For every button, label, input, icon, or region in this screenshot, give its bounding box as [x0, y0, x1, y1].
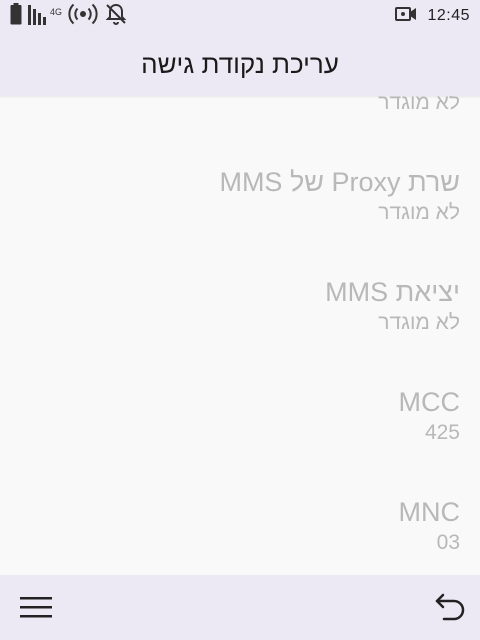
menu-button[interactable] — [20, 593, 52, 621]
network-type-label: 4G — [50, 7, 63, 17]
status-icons-left: 4G — [10, 2, 128, 30]
notifications-off-icon — [104, 2, 128, 31]
pref-title: יציאת MMS — [325, 277, 460, 307]
pref-summary: לא מוגדר — [378, 201, 460, 224]
battery-icon — [10, 2, 22, 30]
list-item-mms-proxy[interactable]: שרת Proxy של MMS לא מוגדר — [20, 166, 460, 226]
status-bar: 4G 12:45 — [0, 0, 480, 32]
list-item-mms-port[interactable]: יציאת MMS לא מוגדר — [20, 276, 460, 336]
video-call-icon — [395, 6, 417, 27]
app-header: עריכת נקודת גישה — [0, 32, 480, 96]
pref-summary: לא מוגדר — [378, 311, 460, 334]
settings-list[interactable]: לא מוגדר שרת Proxy של MMS לא מוגדר יציאת… — [0, 96, 480, 575]
pref-summary: לא מוגדר — [378, 96, 460, 114]
hotspot-icon — [68, 3, 98, 30]
back-icon — [435, 593, 465, 621]
signal-icon — [28, 3, 48, 30]
back-button[interactable] — [434, 591, 466, 623]
list-item-mcc[interactable]: MCC 425 — [20, 386, 461, 446]
list-item[interactable]: לא מוגדר — [20, 96, 460, 116]
status-icons-right: 12:45 — [395, 2, 470, 30]
pref-title: MCC — [398, 387, 461, 417]
page-title: עריכת נקודת גישה — [141, 48, 339, 79]
list-item-mnc[interactable]: MNC 03 — [20, 496, 461, 556]
menu-icon — [20, 597, 52, 618]
bottom-bar — [0, 575, 480, 640]
pref-summary: 03 — [436, 531, 460, 554]
clock: 12:45 — [427, 7, 470, 24]
pref-summary: 425 — [424, 421, 460, 444]
pref-title: MNC — [398, 497, 461, 527]
pref-title: שרת Proxy של MMS — [219, 167, 460, 197]
